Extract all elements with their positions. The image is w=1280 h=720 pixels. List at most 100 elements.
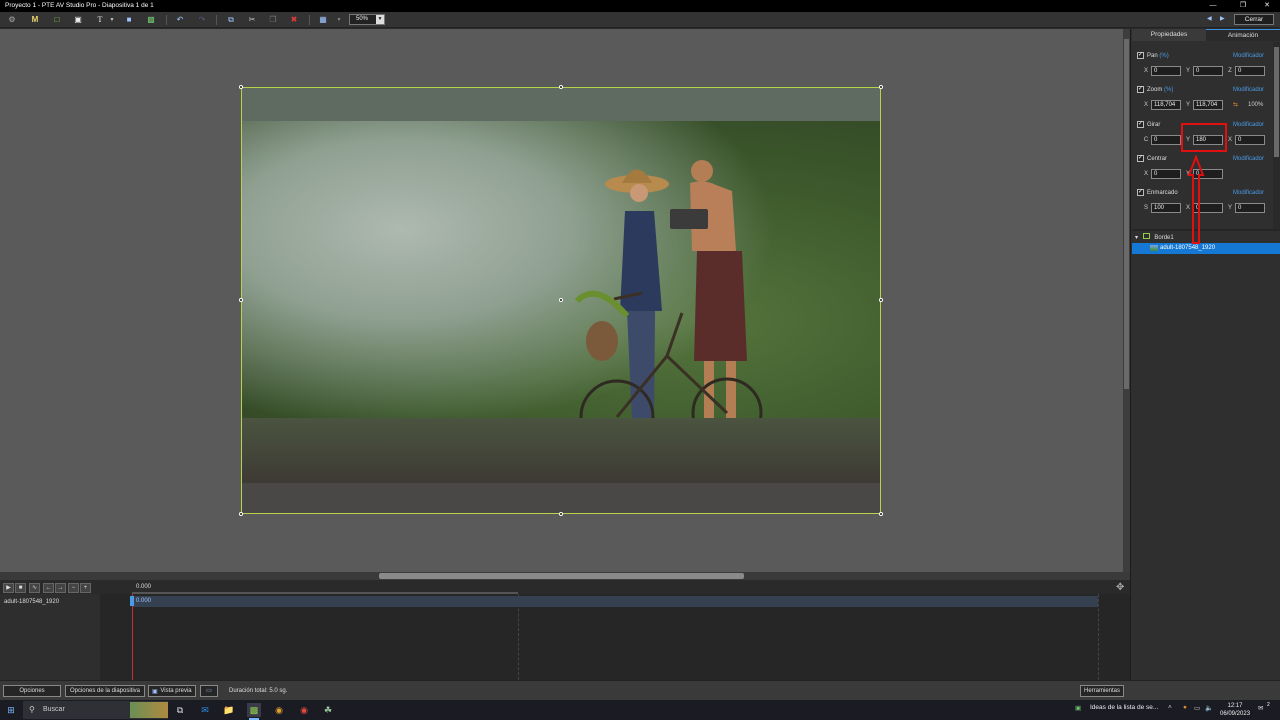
waveform-icon[interactable]: ∿ <box>29 583 40 593</box>
rotate-modifier-link[interactable]: Modificador <box>1233 122 1264 128</box>
cut-icon[interactable]: ✂ <box>246 14 258 26</box>
resize-handle[interactable] <box>239 85 243 89</box>
framing-y-field[interactable]: 0 <box>1235 203 1265 213</box>
chevron-down-icon[interactable]: ▾ <box>1135 235 1138 241</box>
center-handle[interactable] <box>559 298 563 302</box>
tab-animation[interactable]: Animación <box>1206 29 1280 41</box>
resize-handle[interactable] <box>559 85 563 89</box>
text-icon[interactable]: T <box>94 14 106 26</box>
zoom-out-icon[interactable]: − <box>68 583 79 593</box>
minimize-button[interactable]: — <box>1200 0 1226 12</box>
pan-x-field[interactable]: 0 <box>1151 66 1181 76</box>
properties-scrollbar[interactable] <box>1273 42 1280 229</box>
zoom-select[interactable]: 50% ▼ <box>349 14 385 25</box>
network-icon[interactable]: ▭ <box>1194 704 1200 712</box>
notification-icon[interactable]: ✉ <box>1258 704 1263 712</box>
taskbar-search[interactable]: ⚲ Buscar <box>23 701 168 719</box>
arrow-right-icon[interactable]: → <box>55 583 66 593</box>
rectangle-icon[interactable]: ■ <box>123 14 135 26</box>
paste-icon[interactable]: ❐ <box>267 14 279 26</box>
frame-icon[interactable]: □ <box>51 14 63 26</box>
center-modifier-link[interactable]: Modificador <box>1233 156 1264 162</box>
chevron-up-icon[interactable]: ˄ <box>1168 704 1172 711</box>
pan-y-field[interactable]: 0 <box>1193 66 1223 76</box>
close-button[interactable]: Cerrar <box>1234 14 1274 25</box>
tools-button[interactable]: Herramientas <box>1080 685 1124 697</box>
redo-icon[interactable]: ↷ <box>196 14 208 26</box>
stop-icon[interactable]: ■ <box>15 583 26 593</box>
framing-modifier-link[interactable]: Modificador <box>1233 190 1264 196</box>
pte-app-icon[interactable]: ▩ <box>247 703 261 717</box>
rotate-c-field[interactable]: 0 <box>1151 135 1181 145</box>
news-notification[interactable]: Ideas de la lista de se... <box>1090 704 1158 711</box>
pan-checkbox[interactable]: ✓ <box>1137 52 1144 59</box>
file-explorer-icon[interactable]: 📁 <box>222 703 236 717</box>
rotate-checkbox[interactable]: ✓ <box>1137 121 1144 128</box>
copy-icon[interactable]: ⧉ <box>225 14 237 26</box>
resize-handle[interactable] <box>879 85 883 89</box>
zoom-x-field[interactable]: 118,704 <box>1151 100 1181 110</box>
chevron-down-icon[interactable]: ▼ <box>333 14 345 26</box>
resize-handle[interactable] <box>239 298 243 302</box>
tray-app-icon[interactable]: ● <box>1183 704 1187 711</box>
mask-icon[interactable]: M <box>29 14 41 26</box>
resize-handle[interactable] <box>879 512 883 516</box>
options-button[interactable]: Opciones <box>3 685 61 697</box>
preview-button[interactable]: ▣ Vista previa <box>148 685 196 697</box>
maximize-button[interactable]: ❐ <box>1230 0 1256 12</box>
center-x-field[interactable]: 0 <box>1151 169 1181 179</box>
previous-slide-icon[interactable]: ◀ <box>1207 15 1212 22</box>
playhead-marker[interactable] <box>130 596 134 606</box>
rotate-x-field[interactable]: 0 <box>1235 135 1265 145</box>
rotate-c-label: C <box>1143 137 1149 143</box>
tree-item-border[interactable]: ▾ Borde1 <box>1135 233 1174 241</box>
windows-start-icon[interactable]: ⊞ <box>4 703 18 717</box>
arrow-left-icon[interactable]: ← <box>43 583 54 593</box>
move-icon[interactable]: ✥ <box>1116 582 1124 593</box>
chevron-down-icon[interactable]: ▼ <box>106 14 118 26</box>
undo-icon[interactable]: ↶ <box>174 14 186 26</box>
resize-handle[interactable] <box>559 512 563 516</box>
tab-properties[interactable]: Propiedades <box>1132 29 1206 41</box>
app-icon[interactable]: ☘ <box>321 703 335 717</box>
tree-item-image-selected[interactable]: adult-1807548_1920 <box>1132 243 1280 254</box>
firefox-icon[interactable]: ◉ <box>272 703 286 717</box>
slide-options-button[interactable]: Opciones de la diapositiva <box>65 685 145 697</box>
zoom-modifier-link[interactable]: Modificador <box>1233 87 1264 93</box>
framing-s-field[interactable]: 100 <box>1151 203 1181 213</box>
volume-icon[interactable]: 🔈 <box>1205 704 1213 712</box>
clock[interactable]: 12:17 06/09/2023 <box>1220 702 1250 718</box>
zoom-in-icon[interactable]: + <box>80 583 91 593</box>
resize-handle[interactable] <box>239 512 243 516</box>
scroll-thumb[interactable] <box>1124 39 1129 389</box>
keyframe-clip[interactable]: 0.000 <box>132 596 1098 607</box>
canvas-horizontal-scrollbar[interactable] <box>0 572 1130 580</box>
screen-icon[interactable]: ▭ <box>200 685 218 697</box>
link-icon[interactable]: ⇆ <box>1233 101 1238 108</box>
outlook-icon[interactable]: ✉ <box>198 703 212 717</box>
scroll-thumb[interactable] <box>379 573 744 579</box>
pan-z-field[interactable]: 0 <box>1235 66 1265 76</box>
news-icon[interactable]: ▣ <box>1075 704 1081 712</box>
delete-icon[interactable]: ✖ <box>288 14 300 26</box>
next-slide-icon[interactable]: ▶ <box>1220 15 1225 22</box>
track-name: adult-1807548_1920 <box>4 599 60 605</box>
play-icon[interactable]: ▶ <box>3 583 14 593</box>
pan-modifier-link[interactable]: Modificador <box>1233 53 1264 59</box>
close-window-button[interactable]: ✕ <box>1254 0 1280 12</box>
image-icon[interactable]: ▩ <box>145 14 157 26</box>
chrome-icon[interactable]: ◉ <box>297 703 311 717</box>
grid-icon[interactable]: ▦ <box>317 14 329 26</box>
task-view-icon[interactable]: ⧉ <box>173 703 187 717</box>
zoom-y-field[interactable]: 118,704 <box>1193 100 1223 110</box>
center-checkbox[interactable]: ✓ <box>1137 155 1144 162</box>
zoom-checkbox[interactable]: ✓ <box>1137 86 1144 93</box>
playhead[interactable] <box>132 594 133 680</box>
framing-checkbox[interactable]: ✓ <box>1137 189 1144 196</box>
preview-icon: ▣ <box>152 689 158 695</box>
resize-handle[interactable] <box>879 298 883 302</box>
caption-icon[interactable]: ▣ <box>72 14 84 26</box>
canvas-vertical-scrollbar[interactable] <box>1123 29 1130 572</box>
scroll-thumb[interactable] <box>1274 47 1279 157</box>
tools-icon[interactable]: ⚙ <box>6 14 18 26</box>
